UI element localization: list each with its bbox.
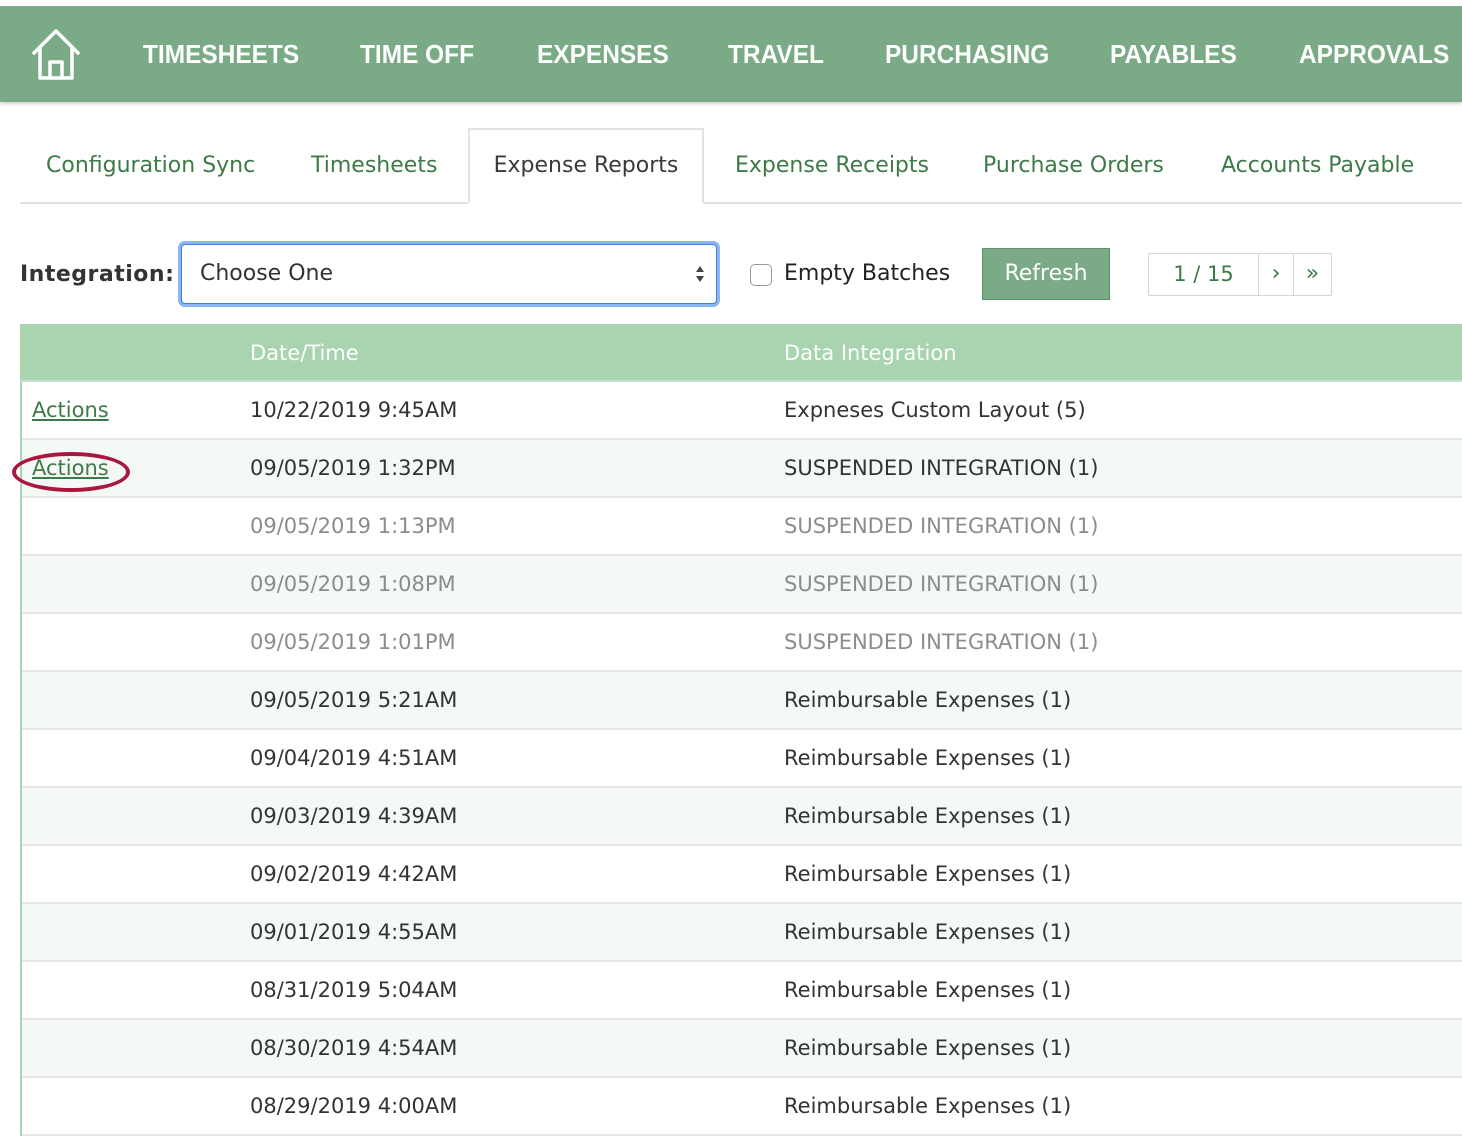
tab-timesheets[interactable]: Timesheets — [311, 128, 437, 204]
row-datetime: 10/22/2019 9:45AM — [250, 398, 458, 422]
table-row: 08/29/2019 4:00AM Reimbursable Expenses (… — [22, 1078, 1462, 1136]
table-row: 09/05/2019 1:13PM SUSPENDED INTEGRATION (… — [22, 498, 1462, 556]
actions-link[interactable]: Actions — [32, 456, 109, 480]
row-datetime: 09/04/2019 4:51AM — [250, 746, 458, 770]
nav-travel[interactable]: TRAVEL — [728, 36, 824, 72]
table-body: Actions 10/22/2019 9:45AM Expneses Custom … — [20, 382, 1462, 1136]
select-arrows-icon — [696, 266, 704, 282]
row-datetime: 09/05/2019 1:08PM — [250, 572, 456, 596]
row-datetime: 09/05/2019 1:13PM — [250, 514, 456, 538]
row-datetime: 08/30/2019 4:54AM — [250, 1036, 458, 1060]
table-row: 09/03/2019 4:39AM Reimbursable Expenses (… — [22, 788, 1462, 846]
table-row: 09/05/2019 1:08PM SUSPENDED INTEGRATION (… — [22, 556, 1462, 614]
empty-batches-checkbox[interactable] — [750, 264, 772, 286]
row-data-integration: SUSPENDED INTEGRATION (1) — [784, 572, 1099, 596]
integration-select-value: Choose One — [200, 261, 334, 286]
tab-configuration-sync[interactable]: Configuration Sync — [46, 128, 255, 204]
row-actions-cell: Actions — [32, 382, 109, 438]
pager-page-indicator: 1 / 15 — [1148, 253, 1259, 296]
row-data-integration: SUSPENDED INTEGRATION (1) — [784, 456, 1099, 480]
nav-time-off[interactable]: TIME OFF — [360, 36, 474, 72]
top-nav-bar: TIMESHEETS TIME OFF EXPENSES TRAVEL PURC… — [0, 6, 1462, 102]
row-data-integration: Reimbursable Expenses (1) — [784, 804, 1072, 828]
pager-next-button[interactable]: › — [1258, 253, 1294, 296]
tab-expense-receipts[interactable]: Expense Receipts — [735, 128, 929, 204]
row-datetime: 08/31/2019 5:04AM — [250, 978, 458, 1002]
table-row: 08/30/2019 4:54AM Reimbursable Expenses (… — [22, 1020, 1462, 1078]
home-icon[interactable] — [30, 26, 82, 82]
row-datetime: 09/01/2019 4:55AM — [250, 920, 458, 944]
table-row: Actions 10/22/2019 9:45AM Expneses Custom … — [22, 382, 1462, 440]
tab-purchase-orders[interactable]: Purchase Orders — [983, 128, 1164, 204]
table-row: 09/04/2019 4:51AM Reimbursable Expenses (… — [22, 730, 1462, 788]
table-row: 09/05/2019 1:01PM SUSPENDED INTEGRATION (… — [22, 614, 1462, 672]
nav-purchasing[interactable]: PURCHASING — [885, 36, 1049, 72]
nav-expenses[interactable]: EXPENSES — [537, 36, 669, 72]
column-header-data-integration[interactable]: Data Integration — [784, 324, 957, 382]
nav-timesheets[interactable]: TIMESHEETS — [143, 36, 299, 72]
row-datetime: 09/02/2019 4:42AM — [250, 862, 458, 886]
refresh-button[interactable]: Refresh — [982, 248, 1110, 300]
table-row: 09/01/2019 4:55AM Reimbursable Expenses (… — [22, 904, 1462, 962]
row-data-integration: Reimbursable Expenses (1) — [784, 862, 1072, 886]
row-data-integration: Reimbursable Expenses (1) — [784, 746, 1072, 770]
nav-payables[interactable]: PAYABLES — [1110, 36, 1237, 72]
table-header: Date/Time Data Integration — [20, 324, 1462, 382]
row-datetime: 09/05/2019 5:21AM — [250, 688, 458, 712]
row-datetime: 09/03/2019 4:39AM — [250, 804, 458, 828]
row-data-integration: Reimbursable Expenses (1) — [784, 1094, 1072, 1118]
row-actions-cell: Actions — [32, 440, 109, 496]
tab-expense-reports[interactable]: Expense Reports — [468, 128, 704, 204]
table-row: 08/31/2019 5:04AM Reimbursable Expenses (… — [22, 962, 1462, 1020]
table-row: 09/05/2019 5:21AM Reimbursable Expenses (… — [22, 672, 1462, 730]
row-data-integration: Reimbursable Expenses (1) — [784, 978, 1072, 1002]
tab-accounts-payable[interactable]: Accounts Payable — [1221, 128, 1414, 204]
row-data-integration: Reimbursable Expenses (1) — [784, 1036, 1072, 1060]
pager-last-button[interactable]: » — [1293, 253, 1332, 296]
row-data-integration: Expneses Custom Layout (5) — [784, 398, 1086, 422]
nav-approvals[interactable]: APPROVALS — [1299, 36, 1449, 72]
row-data-integration: SUSPENDED INTEGRATION (1) — [784, 514, 1099, 538]
row-datetime: 09/05/2019 1:32PM — [250, 456, 456, 480]
integration-select[interactable]: Choose One — [178, 241, 720, 307]
empty-batches-label[interactable]: Empty Batches — [784, 256, 950, 292]
column-header-datetime[interactable]: Date/Time — [250, 324, 359, 382]
integration-select-field[interactable]: Choose One — [181, 244, 717, 304]
row-data-integration: Reimbursable Expenses (1) — [784, 920, 1072, 944]
actions-link[interactable]: Actions — [32, 398, 109, 422]
row-data-integration: SUSPENDED INTEGRATION (1) — [784, 630, 1099, 654]
row-datetime: 09/05/2019 1:01PM — [250, 630, 456, 654]
row-data-integration: Reimbursable Expenses (1) — [784, 688, 1072, 712]
batch-table: Date/Time Data Integration Actions 10/22/… — [20, 324, 1462, 1136]
table-row: Actions 09/05/2019 1:32PM SUSPENDED INTEGR… — [22, 440, 1462, 498]
table-row: 09/02/2019 4:42AM Reimbursable Expenses (… — [22, 846, 1462, 904]
integration-label: Integration: — [20, 262, 175, 287]
row-datetime: 08/29/2019 4:00AM — [250, 1094, 458, 1118]
